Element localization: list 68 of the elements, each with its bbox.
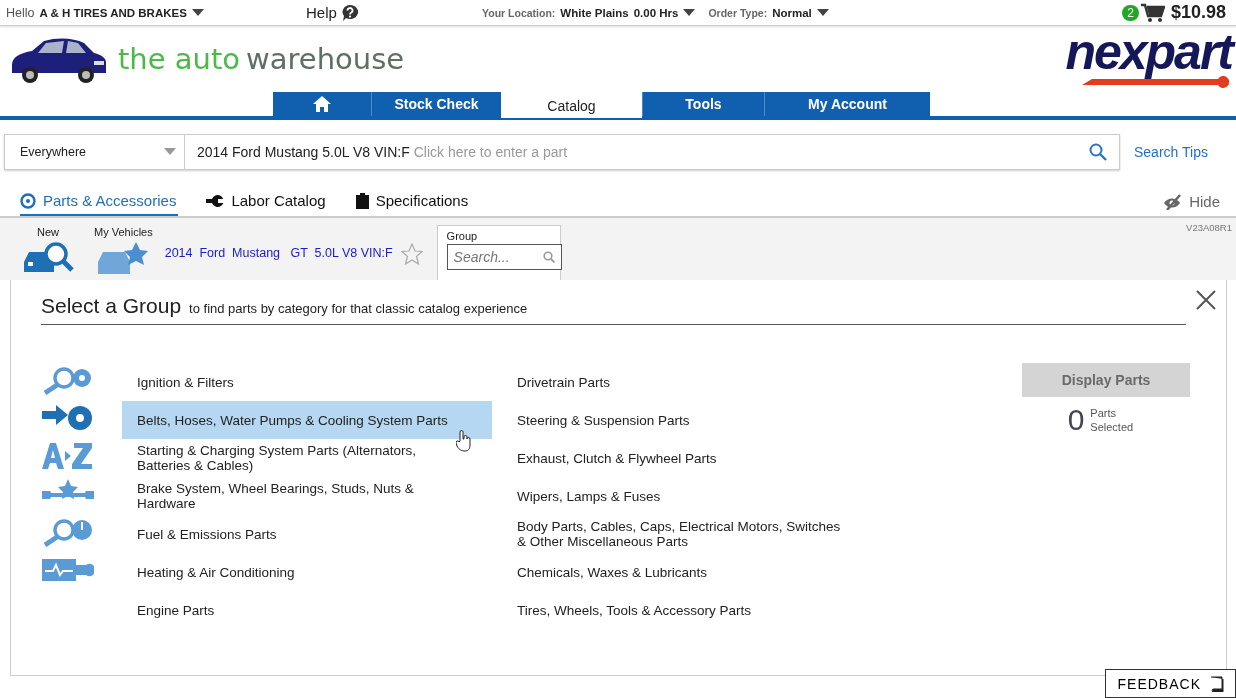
search-bar[interactable]: Everywhere 2014 Ford Mustang 5.0L V8 VIN:F Click here to enter a part xyxy=(4,134,1120,170)
brake-disc-icon[interactable] xyxy=(20,192,36,209)
nav-tab[interactable]: Stock Check xyxy=(371,92,501,116)
help-link[interactable]: Help xyxy=(306,4,337,21)
nav-tab[interactable]: My Account xyxy=(764,92,930,116)
version-label: V23A08R1 xyxy=(1186,222,1232,233)
wrench-icon[interactable] xyxy=(206,193,225,208)
search-tips-link[interactable]: Search Tips xyxy=(1134,144,1208,160)
group-item[interactable]: Brake System, Wheel Bearings, Studs, Nuts & Hardware xyxy=(122,477,492,515)
order-type-label: Order Type: xyxy=(708,6,768,19)
close-icon[interactable] xyxy=(1196,290,1216,310)
search-icon[interactable] xyxy=(542,251,555,263)
car-star-icon[interactable] xyxy=(96,240,151,276)
panel-subtitle: to find parts by category for that classic catalog experience xyxy=(189,301,528,316)
group-item[interactable]: Heating & Air Conditioning xyxy=(122,553,492,591)
favorite-star-icon[interactable] xyxy=(400,243,423,265)
group-item[interactable]: Drivetrain Parts xyxy=(502,363,872,401)
cart-count-badge: 2 xyxy=(1122,4,1139,21)
scope-dropdown[interactable]: Everywhere xyxy=(5,135,185,169)
hand-cursor-icon xyxy=(456,430,472,452)
group-item[interactable]: Starting & Charging System Parts (Alternators, Batteries & Cables) xyxy=(122,439,492,477)
shopping-cart-icon[interactable] xyxy=(1140,2,1165,23)
home-tab[interactable] xyxy=(273,92,371,116)
nav-tab[interactable]: Tools xyxy=(642,92,764,116)
feedback-button[interactable]: FEEDBACK xyxy=(1104,669,1236,698)
magnifier-disc-icon xyxy=(42,365,94,395)
panel-title: Select a Group xyxy=(41,294,182,318)
home-icon[interactable] xyxy=(313,96,331,112)
group-label: Group xyxy=(446,230,479,242)
help-icon[interactable] xyxy=(340,3,359,22)
eye-slash-icon[interactable] xyxy=(1163,193,1184,210)
group-item[interactable]: Steering & Suspension Parts xyxy=(502,401,872,439)
group-item[interactable]: Chemicals, Waxes & Lubricants xyxy=(502,553,872,591)
location-value[interactable]: White Plains xyxy=(560,6,629,19)
group-search-field[interactable]: Search... xyxy=(446,244,562,270)
order-type-value[interactable]: Normal xyxy=(772,6,812,19)
parts-count: 0 xyxy=(1067,403,1085,437)
brand-name-rest: warehouse xyxy=(246,42,405,76)
arrow-disc-icon xyxy=(42,403,94,433)
account-name[interactable]: A & H TIRES AND BRAKES xyxy=(39,6,187,19)
greeting: Hello xyxy=(6,5,35,20)
group-item[interactable]: Ignition & Filters xyxy=(122,363,492,401)
section-tab[interactable]: Specifications xyxy=(355,192,471,216)
parts-count-label: Parts Selected xyxy=(1090,406,1135,434)
group-item[interactable]: Fuel & Emissions Parts xyxy=(122,515,492,553)
brand-name-lead: the auto xyxy=(118,42,241,76)
search-icon[interactable] xyxy=(1089,143,1107,161)
current-vehicle-link[interactable]: 2014 Ford Mustang GT 5.0L V8 VIN:F xyxy=(164,246,393,280)
group-item[interactable]: Engine Parts xyxy=(122,591,492,629)
hours-value[interactable]: 0.00 Hrs xyxy=(633,6,679,19)
section-tab[interactable]: Labor Catalog xyxy=(206,192,328,216)
dropdown-caret-icon[interactable] xyxy=(683,8,696,17)
cart-total[interactable]: $10.98 xyxy=(1170,2,1226,23)
my-vehicles-label: My Vehicles xyxy=(94,226,153,238)
group-item[interactable]: Exhaust, Clutch & Flywheel Parts xyxy=(502,439,872,477)
section-tab[interactable]: Parts & Accessories xyxy=(20,192,179,216)
a-to-z-icon xyxy=(42,441,94,471)
group-item[interactable]: Tires, Wheels, Tools & Accessory Parts xyxy=(502,591,872,629)
new-vehicle-label: New xyxy=(37,226,59,238)
vehicle-query-text: 2014 Ford Mustang 5.0L V8 VIN:F xyxy=(197,144,410,160)
dropdown-caret-icon[interactable] xyxy=(191,8,204,17)
dropdown-caret-icon[interactable] xyxy=(816,8,829,17)
clipboard-icon[interactable] xyxy=(355,192,369,209)
location-label: Your Location: xyxy=(482,6,556,19)
group-item[interactable]: Wipers, Lamps & Fuses xyxy=(502,477,872,515)
hide-button[interactable]: Hide xyxy=(1189,193,1220,210)
magnifier-gauge-icon xyxy=(42,517,94,547)
group-item[interactable]: Body Parts, Cables, Caps, Electrical Motors, Switches & Other Miscellaneous Parts xyxy=(502,515,872,553)
